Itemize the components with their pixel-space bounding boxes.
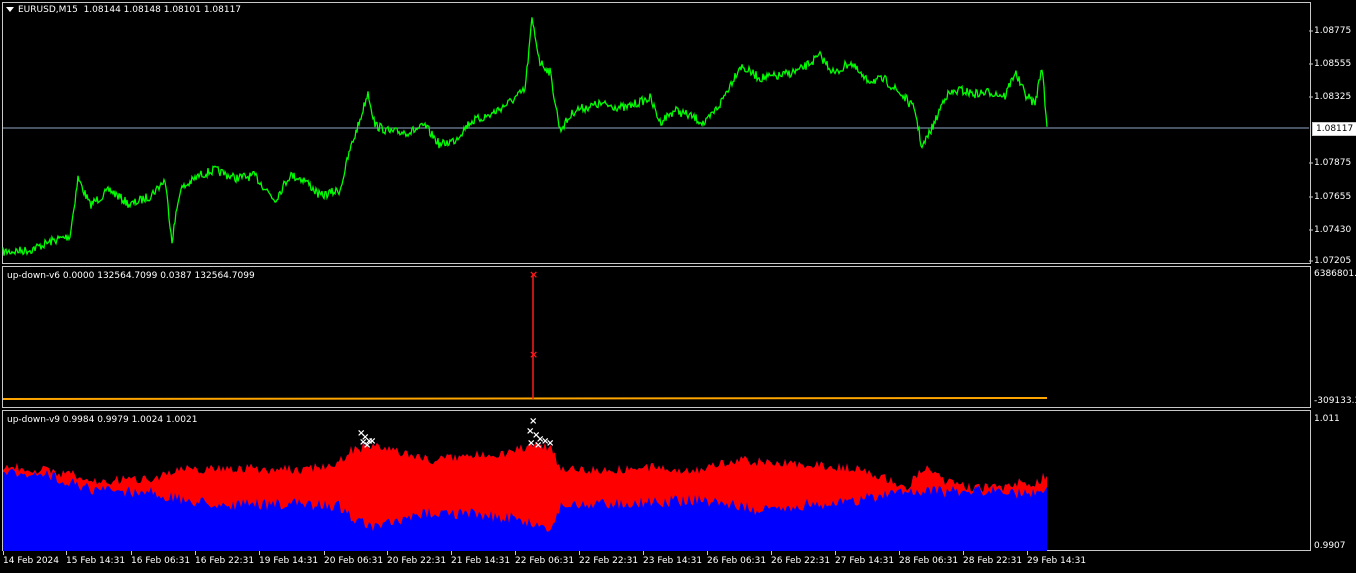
- price-tick: 1.07205: [1314, 256, 1352, 266]
- time-axis-label: 20 Feb 22:31: [387, 556, 447, 566]
- price-line-series: [2, 17, 1048, 256]
- time-axis-tick: [259, 551, 260, 555]
- v6-baseline-series: [2, 397, 1048, 400]
- time-axis-label: 14 Feb 2024: [3, 556, 60, 566]
- time-axis-label: 27 Feb 14:31: [835, 556, 895, 566]
- v9-signal-marker: ×: [546, 438, 554, 449]
- time-axis-label: 19 Feb 14:31: [259, 556, 319, 566]
- price-tick: 1.07430: [1314, 225, 1352, 235]
- time-axis-label: 26 Feb 06:31: [707, 556, 767, 566]
- price-tick: 1.07875: [1314, 158, 1352, 168]
- time-axis-label: 22 Feb 06:31: [515, 556, 575, 566]
- time-axis-tick: [3, 551, 4, 555]
- current-price-box: 1.08117: [1312, 122, 1356, 136]
- time-axis-tick: [324, 551, 325, 555]
- v9-scale-tick: 1.011: [1314, 414, 1340, 424]
- v6-indicator-label: up-down-v6 0.0000 132564.7099 0.0387 132…: [7, 271, 255, 281]
- time-axis-tick: [771, 551, 772, 555]
- symbol-label: EURUSD,M15: [18, 5, 78, 15]
- time-axis-tick: [515, 551, 516, 555]
- v6-scale-tick: 6386801.2: [1314, 269, 1356, 279]
- time-axis-label: 16 Feb 22:31: [195, 556, 255, 566]
- time-axis-tick: [579, 551, 580, 555]
- time-axis-label: 20 Feb 06:31: [324, 556, 384, 566]
- time-axis-label: 23 Feb 14:31: [643, 556, 703, 566]
- time-axis-label: 21 Feb 14:31: [451, 556, 511, 566]
- time-axis-label: 29 Feb 14:31: [1027, 556, 1087, 566]
- time-axis-tick: [1027, 551, 1028, 555]
- time-axis-tick: [963, 551, 964, 555]
- v9-indicator-label: up-down-v9 0.9984 0.9979 1.0024 1.0021: [7, 415, 198, 425]
- price-tick: 1.08555: [1314, 59, 1352, 69]
- price-tick: 1.07655: [1314, 192, 1352, 202]
- chart-header: EURUSD,M15 1.08144 1.08148 1.08101 1.081…: [6, 5, 241, 15]
- time-axis-label: 16 Feb 06:31: [131, 556, 191, 566]
- ohlc-quotes: 1.08144 1.08148 1.08101 1.08117: [83, 5, 242, 15]
- time-axis-tick: [899, 551, 900, 555]
- v9-signal-marker: ×: [368, 436, 376, 447]
- v9-scale-tick: 0.9907: [1314, 541, 1346, 551]
- time-axis-tick: [195, 551, 196, 555]
- price-tick: 1.08325: [1314, 92, 1352, 102]
- price-tick: 1.08775: [1314, 26, 1352, 36]
- v6-scale-tick: -309133.3: [1314, 396, 1356, 406]
- v6-spike-marker: ×: [529, 348, 538, 361]
- time-axis-label: 15 Feb 14:31: [66, 556, 126, 566]
- time-axis-label: 28 Feb 22:31: [963, 556, 1023, 566]
- time-axis-tick: [131, 551, 132, 555]
- time-axis-label: 28 Feb 06:31: [899, 556, 959, 566]
- time-axis-tick: [387, 551, 388, 555]
- time-axis-label: 22 Feb 22:31: [579, 556, 639, 566]
- dropdown-triangle-icon[interactable]: [6, 7, 14, 12]
- time-axis-tick: [707, 551, 708, 555]
- v9-signal-marker: ×: [534, 440, 542, 451]
- chart-canvas[interactable]: ××××××××××××× ×××: [0, 0, 1356, 573]
- time-axis-tick: [835, 551, 836, 555]
- time-axis-tick: [66, 551, 67, 555]
- time-axis-tick: [451, 551, 452, 555]
- v6-spike-marker: ×: [529, 268, 538, 281]
- time-axis-tick: [643, 551, 644, 555]
- time-axis-label: 26 Feb 22:31: [771, 556, 831, 566]
